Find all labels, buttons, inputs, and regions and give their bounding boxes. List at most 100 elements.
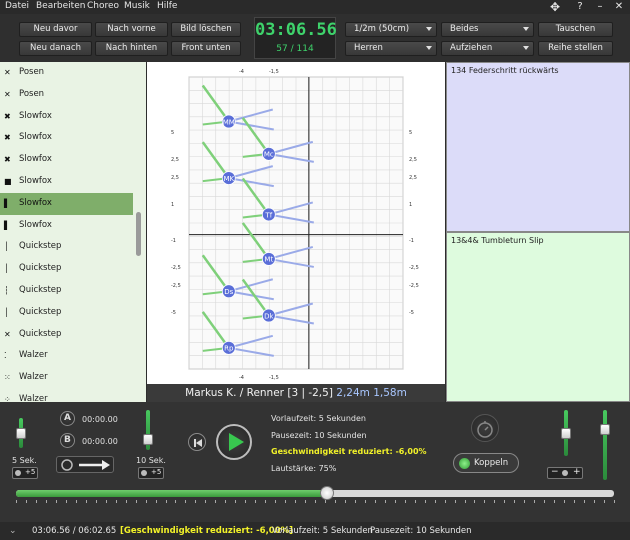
progress-tick [305,500,307,503]
help-icon[interactable]: ? [573,0,587,14]
formation-thumbnail-icon: ▌ [4,220,11,230]
progress-tick [245,500,247,503]
new-after-button[interactable]: Neu danach [19,41,92,56]
formation-thumbnail-icon: ⁘ [4,395,11,402]
loop-toggle[interactable] [56,456,114,473]
list-item[interactable]: ■ Slowfox [0,171,133,193]
pause-plus5-toggle[interactable]: +5 [138,467,164,479]
list-item[interactable]: ⁘ Walzer [0,389,133,402]
list-item[interactable]: ✕ Quickstep [0,324,133,346]
formation-grid[interactable]: MM Mc MK Tf Mt Ds Dk Rp -4 -1,5 -4 -1,5 5 2,5 2,5 1 -1 -2… [147,62,445,384]
progress-tick [464,500,466,503]
lead-plus5-toggle[interactable]: +5 [12,467,38,479]
marker-a-button[interactable]: A [60,411,75,426]
plus-icon[interactable]: + [573,467,581,477]
dancer-label: Mc [264,151,274,159]
play-button[interactable] [216,424,252,460]
playback-progress-knob[interactable] [319,486,334,500]
progress-tick [205,500,207,503]
progress-tick [574,500,576,503]
figure-list[interactable]: ✕ Posen ✕ Posen ✖ Slowfox ✖ Slowfox ✖ Slowfox ■ Slo… [0,62,146,402]
mode-combo[interactable]: Beides [441,22,534,37]
minimize-icon[interactable]: – [593,0,607,14]
action-combo[interactable]: Aufziehen [441,41,534,56]
list-item[interactable]: ✖ Slowfox [0,127,133,149]
lead-time-slider-knob[interactable] [16,428,26,439]
list-item[interactable]: │ Quickstep [0,258,133,280]
menu-datei[interactable]: Datei [5,1,29,11]
progress-tick [324,500,326,503]
skip-back-button[interactable] [188,433,206,451]
figure-panel-bottom[interactable]: 13&4& Tumbleturn Slip [446,232,630,402]
marker-a-icon: A [64,413,71,423]
list-item-label: Slowfox [19,197,52,208]
volume-stepper[interactable]: − + [547,467,583,479]
list-item[interactable]: │ Quickstep [0,236,133,258]
progress-tick [614,500,615,503]
progress-tick [185,500,187,503]
music-volume-slider-knob[interactable] [561,428,571,439]
progress-tick [424,500,426,503]
group-combo[interactable]: Herren [345,41,437,56]
minus-icon[interactable]: − [551,467,559,477]
formation-canvas[interactable]: MM Mc MK Tf Mt Ds Dk Rp -4 -1,5 -4 -1,5 5 2,5 2,5 1 -1 -2… [147,62,445,384]
list-item[interactable]: ⁚ Walzer [0,345,133,367]
pause-time-slider-knob[interactable] [143,434,153,445]
progress-tick [295,500,297,503]
progress-tick [75,500,77,503]
progress-tick [504,500,506,503]
metronome-button[interactable] [471,414,499,442]
distance-primary: 2,24m [336,387,370,399]
progress-tick [444,500,446,503]
master-volume-slider-knob[interactable] [600,424,610,435]
status-bar: ⌄ 03:06.56 / 06:02.65 [Geschwindigkeit r… [0,522,630,540]
progress-tick [394,500,396,503]
list-item[interactable]: ✕ Posen [0,84,133,106]
distance-secondary: 1,58m [373,387,407,399]
couple-button[interactable]: Koppeln [453,453,519,473]
left-axis-label: -2,5 [171,265,181,271]
list-scroll-thumb[interactable] [136,212,141,256]
menu-hilfe[interactable]: Hilfe [157,1,177,11]
list-item[interactable]: ▌ Slowfox [0,192,133,215]
move-back-button[interactable]: Nach hinten [95,41,168,56]
list-item[interactable]: ▌ Slowfox [0,215,133,237]
progress-tick [115,500,117,503]
list-item-label: Quickstep [19,328,62,339]
dancer-label: Tf [264,211,272,219]
formation-thumbnail-icon: ✕ [4,68,11,77]
figure-panel-top[interactable]: 134 Federschritt rückwärts [446,62,630,232]
list-item[interactable]: ⁙ Walzer [0,367,133,389]
progress-tick [195,500,197,503]
row-button[interactable]: Reihe stellen [538,41,613,56]
marker-b-button[interactable]: B [60,433,75,448]
list-item[interactable]: │ Quickstep [0,302,133,324]
delete-image-button[interactable]: Bild löschen [171,22,241,37]
progress-tick [404,500,406,503]
formation-thumbnail-icon: ⁚ [4,351,7,361]
progress-tick [175,500,177,503]
list-item[interactable]: ✖ Slowfox [0,106,133,128]
master-volume-slider-track[interactable] [603,410,607,480]
action-combo-value: Aufziehen [450,43,493,53]
chevron-down-icon[interactable]: ⌄ [9,522,17,540]
marker-b-icon: B [64,435,71,445]
list-item[interactable]: ✕ Posen [0,62,133,84]
swap-button[interactable]: Tauschen [538,22,613,37]
progress-tick [344,500,346,503]
close-icon[interactable]: ✕ [612,0,626,14]
menu-choreo[interactable]: Choreo [87,1,119,11]
dancer-label: Rp [224,345,234,353]
front-down-button[interactable]: Front unten [171,41,241,56]
list-item[interactable]: ┆ Quickstep [0,280,133,302]
menu-bearbeiten[interactable]: Bearbeiten [36,1,85,11]
move-forward-button[interactable]: Nach vorne [95,22,168,37]
menu-musik[interactable]: Musik [124,1,150,11]
list-item[interactable]: ✖ Slowfox [0,149,133,171]
chevron-down-icon [426,46,432,50]
list-item-label: Quickstep [19,306,62,317]
new-before-button[interactable]: Neu davor [19,22,92,37]
scale-combo[interactable]: 1/2m (50cm) [345,22,437,37]
move-icon[interactable]: ✥ [548,0,562,14]
progress-tick [165,500,167,503]
